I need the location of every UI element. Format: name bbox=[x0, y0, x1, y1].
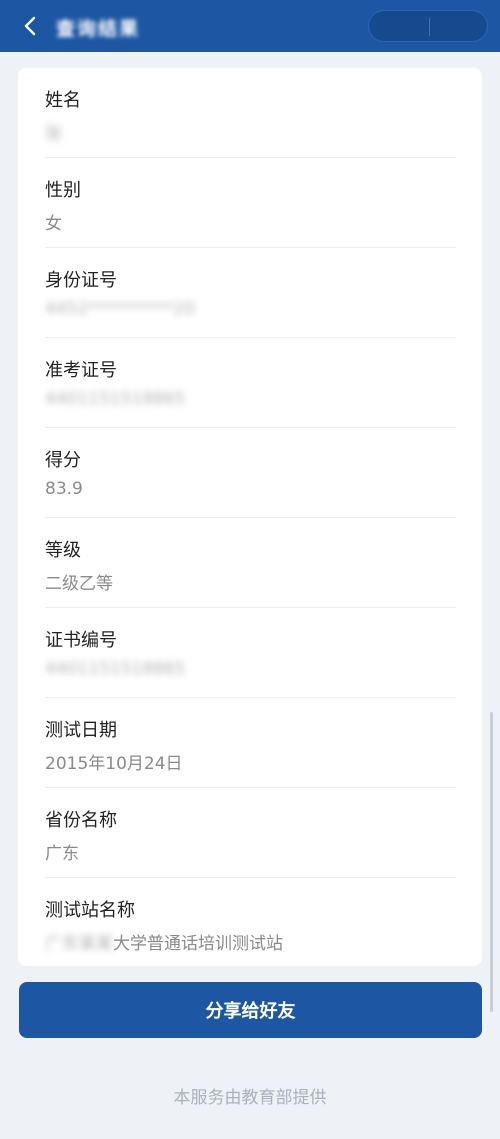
page-title: 查询结果 bbox=[56, 18, 141, 40]
field-label: 等级 bbox=[45, 540, 81, 561]
field-label: 测试站名称 bbox=[45, 900, 135, 921]
mini-program-capsule[interactable] bbox=[368, 10, 488, 42]
footer-text: 本服务由教育部提供 bbox=[173, 1088, 327, 1108]
chevron-left-icon bbox=[24, 16, 36, 36]
field-value: 广东某某大学普通话培训测试站 bbox=[45, 929, 283, 954]
field-value: 女 bbox=[45, 214, 62, 234]
field-level: 等级 二级乙等 bbox=[18, 518, 482, 608]
field-label: 性别 bbox=[45, 180, 81, 201]
field-value: 二级乙等 bbox=[45, 574, 113, 594]
field-value: 2015年10月24日 bbox=[45, 754, 183, 774]
field-label: 省份名称 bbox=[45, 810, 117, 831]
result-card: 姓名 张 性别 女 身份证号 4452**********20 准考证号 440… bbox=[18, 68, 482, 966]
field-id-number: 身份证号 4452**********20 bbox=[18, 248, 482, 338]
share-button[interactable]: 分享给好友 bbox=[19, 982, 482, 1038]
field-value: 张 bbox=[45, 124, 62, 144]
scrollbar[interactable] bbox=[490, 712, 493, 1012]
field-test-date: 测试日期 2015年10月24日 bbox=[18, 698, 482, 788]
back-button[interactable] bbox=[16, 12, 44, 40]
field-certificate-number: 证书编号 4401151518865 bbox=[18, 608, 482, 698]
field-value: 4401151518865 bbox=[45, 659, 186, 679]
field-value: 4401151518865 bbox=[45, 389, 186, 409]
field-value: 广东 bbox=[45, 844, 79, 864]
field-label: 准考证号 bbox=[45, 360, 117, 381]
field-label: 得分 bbox=[45, 450, 81, 471]
capsule-divider bbox=[429, 18, 430, 36]
station-name-text: 大学普通话培训测试站 bbox=[113, 934, 283, 954]
field-province: 省份名称 广东 bbox=[18, 788, 482, 878]
field-label: 测试日期 bbox=[45, 720, 117, 741]
field-label: 证书编号 bbox=[45, 630, 117, 651]
field-name: 姓名 张 bbox=[18, 68, 482, 158]
field-score: 得分 83.9 bbox=[18, 428, 482, 518]
field-gender: 性别 女 bbox=[18, 158, 482, 248]
top-bar: 查询结果 bbox=[0, 0, 500, 52]
field-label: 身份证号 bbox=[45, 270, 117, 291]
field-label: 姓名 bbox=[45, 90, 81, 111]
field-value: 4452**********20 bbox=[45, 299, 195, 319]
redacted-text: 广东某某 bbox=[45, 934, 113, 954]
field-test-station: 测试站名称 广东某某大学普通话培训测试站 bbox=[18, 878, 482, 968]
field-value: 83.9 bbox=[45, 479, 83, 499]
field-admission-ticket: 准考证号 4401151518865 bbox=[18, 338, 482, 428]
